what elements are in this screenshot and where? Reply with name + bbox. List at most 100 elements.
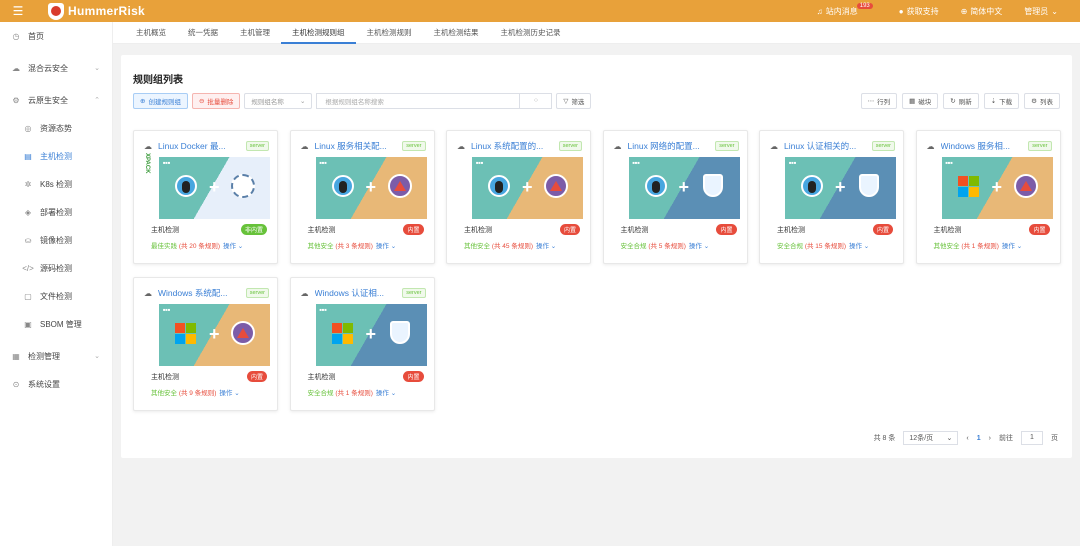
card-actions-link[interactable]: 操作 ⌄ [376,390,396,397]
rule-group-card[interactable]: ☁ Linux Docker 最... server XPACK ■■■ + 主机检测 非内置… [133,130,278,264]
next-page-icon[interactable]: › [989,435,991,442]
language-label: 简体中文 [970,6,1003,16]
watermark-logo-icon: ■■■ [163,307,171,312]
card-actions-link[interactable]: 操作 ⌄ [689,243,709,250]
tab-1[interactable]: 统一凭据 [177,22,229,43]
card-title[interactable]: Windows 服务相... [941,140,1023,152]
support-link[interactable]: ● 获取支持 [899,6,939,17]
linux-penguin-icon [488,175,510,197]
top-bar: ☰ HummerRisk ♫ 站内消息 193 ● 获取支持 ⊕ 简体中文 管理… [0,0,1080,22]
rule-group-card[interactable]: ☁ Linux 网络的配置... server ■■■ + 主机检测 内置 安全合规 (共 5… [602,130,748,264]
cloud-icon: ☁ [457,141,465,151]
rule-group-card[interactable]: ☁ Linux 服务相关配... server ■■■ + 主机检测 内置 其他安全 (共 3… [289,130,435,264]
rule-group-card[interactable]: ☁ Windows 服务相... server ■■■ + 主机检测 内置 其他安全 (共 1… [915,130,1061,264]
filter-button[interactable]: ▽ 筛选 [556,93,592,109]
tile-button[interactable]: ▦ 磁块 [902,93,939,109]
sidebar-item-1[interactable]: ☁ 混合云安全 ⌄ [0,54,112,82]
user-menu[interactable]: 管理员 ⌄ [1024,6,1058,17]
download-button[interactable]: ⇣ 下载 [983,93,1020,109]
card-actions-link[interactable]: 操作 ⌄ [219,390,239,397]
sidebar-item-9[interactable]: ▢ 文件检测 [0,282,112,310]
card-title[interactable]: Linux 认证相关的... [784,140,866,152]
server-tag: server [1028,141,1052,151]
tab-0[interactable]: 主机概览 [125,22,177,43]
actions-label: 操作 [848,243,862,250]
card-image: ■■■ + [628,157,740,219]
card-title[interactable]: Linux Docker 最... [158,140,240,152]
cloud-icon: ☁ [770,141,778,151]
sidebar-item-label: 源码检测 [40,263,72,273]
search-icon[interactable]: ○ [519,94,551,108]
language-switch[interactable]: ⊕ 简体中文 [961,6,1003,17]
server-tag: server [558,141,582,151]
card-title[interactable]: Windows 系统配... [158,287,240,299]
messages-count-badge: 193 [856,3,873,9]
goto-page-input[interactable]: 1 [1021,431,1043,445]
sidebar-item-4[interactable]: ▤ 主机检测 [0,142,112,170]
tab-4[interactable]: 主机检测规则 [356,22,423,43]
tab-2[interactable]: 主机管理 [229,22,281,43]
plus-icon: + [522,177,533,197]
tab-6[interactable]: 主机检测历史记录 [490,22,572,43]
page-size-select[interactable]: 12条/页 ⌄ [903,431,959,445]
sidebar-item-12[interactable]: ⊙ 系统设置 [0,370,112,398]
card-title[interactable]: Linux 服务相关配... [315,140,397,152]
columns-button[interactable]: ⋯ 行列 [860,93,898,109]
brand-logo[interactable]: HummerRisk [48,2,146,20]
sidebar-item-6[interactable]: ◈ 部署检测 [0,198,112,226]
card-actions-link[interactable]: 操作 ⌄ [223,243,243,250]
sidebar-item-3[interactable]: ◎ 资源态势 [0,114,112,142]
rule-group-card[interactable]: ☁ Linux 系统配置的... server ■■■ + 主机检测 内置 其他安全 (共 4… [446,130,591,264]
menu-icon[interactable]: ☰ [0,4,36,18]
card-title[interactable]: Linux 系统配置的... [471,140,553,152]
plus-circle-icon: ⊕ [140,98,146,105]
list-button[interactable]: ⚙ 列表 [1024,93,1060,109]
plus-icon: + [209,324,220,344]
tab-3[interactable]: 主机检测规则组 [281,22,356,44]
brand-name: HummerRisk [68,4,146,18]
current-page[interactable]: 1 [977,435,981,442]
create-rule-group-button[interactable]: ⊕ 创建规则组 [133,93,188,109]
rule-count: (共 5 条规则) [648,243,686,250]
card-type: 主机检测 [307,227,336,234]
tile-icon: ▦ [909,98,916,105]
button-label: 列表 [1040,99,1053,106]
rule-group-card[interactable]: ☁ Windows 系统配... server ■■■ + 主机检测 内置 其他安全 (共 9… [133,277,278,411]
sidebar-item-8[interactable]: </> 源码检测 [0,254,112,282]
plus-icon: + [835,177,846,197]
card-title[interactable]: Windows 认证相... [315,287,397,299]
sidebar-item-label: 文件检测 [40,291,72,301]
card-actions-link[interactable]: 操作 ⌄ [849,243,869,250]
tab-5[interactable]: 主机检测结果 [423,22,490,43]
sidebar-item-2[interactable]: ⚙ 云原生安全 ⌃ [0,86,112,114]
card-actions-link[interactable]: 操作 ⌄ [536,243,556,250]
sidebar-item-icon: ▦ [12,351,20,361]
card-image: ■■■ + [159,304,270,366]
sidebar-item-7[interactable]: ⛀ 镜像检测 [0,226,112,254]
rule-group-card[interactable]: ☁ Windows 认证相... server ■■■ + 主机检测 内置 安全合规 (共 1… [289,277,435,411]
rule-group-card[interactable]: ☁ Linux 认证相关的... server ■■■ + 主机检测 内置 安全合规 (共 1… [759,130,904,264]
chevron-down-icon: ⌄ [863,243,870,250]
batch-delete-button[interactable]: ⊖ 批量删除 [191,93,241,109]
sidebar-item-label: SBOM 管理 [40,319,82,329]
refresh-button[interactable]: ↻ 刷新 [943,93,979,109]
sidebar-item-icon: ⊙ [12,379,20,389]
sidebar-item-0[interactable]: ◷ 首页 [0,22,112,50]
server-tag: server [245,288,269,298]
sidebar-item-5[interactable]: ✲ K8s 检测 [0,170,112,198]
batch-delete-label: 批量删除 [207,99,234,106]
button-label: 行列 [877,99,891,106]
user-label: 管理员 [1024,6,1049,16]
card-actions-link[interactable]: 操作 ⌄ [376,243,396,250]
card-title[interactable]: Linux 网络的配置... [628,140,710,152]
prev-page-icon[interactable]: ‹ [966,435,968,442]
total-count: 共 8 条 [873,435,896,442]
sidebar-item-10[interactable]: ▣ SBOM 管理 [0,310,112,338]
search-field-select[interactable]: 规则组名称 ⌄ [244,93,313,109]
search-input[interactable]: 根据规则组名称搜索 ○ [316,93,553,109]
sidebar-item-11[interactable]: ▦ 检测管理 ⌄ [0,342,112,370]
messages-link[interactable]: ♫ 站内消息 193 [817,3,877,17]
card-actions-link[interactable]: 操作 ⌄ [1002,243,1022,250]
card-category: 安全合规 [777,243,803,250]
builtin-badge: 内置 [716,224,737,235]
